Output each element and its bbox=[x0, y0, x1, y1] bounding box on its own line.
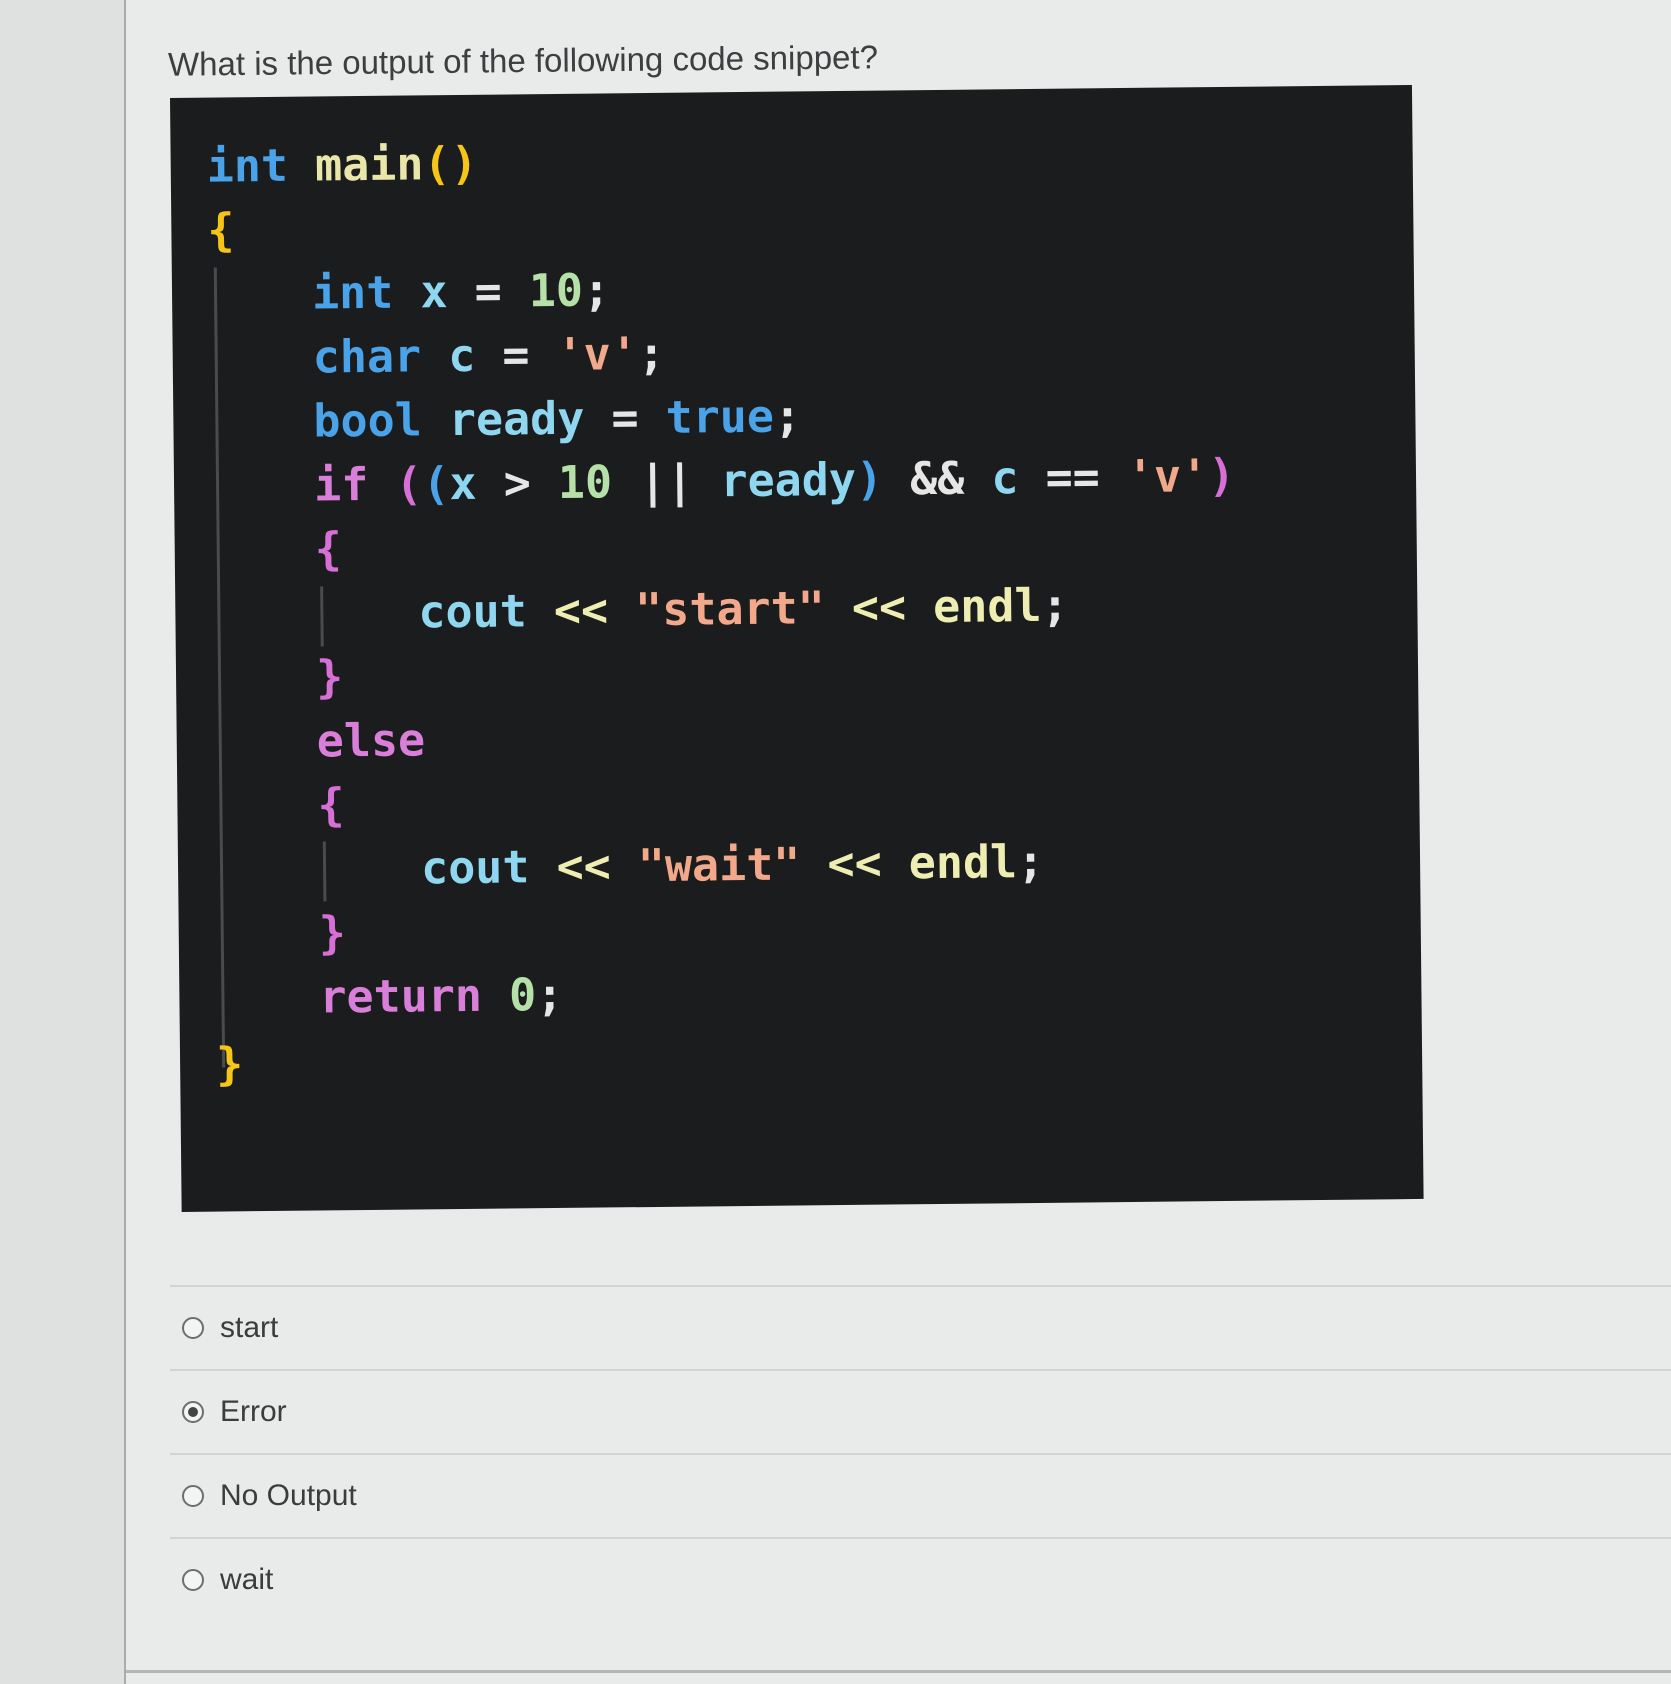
code-line-2: { bbox=[207, 203, 235, 257]
radio-button-checked[interactable] bbox=[182, 1401, 204, 1423]
radio-button-unchecked[interactable] bbox=[182, 1485, 204, 1507]
option-label: start bbox=[220, 1311, 279, 1344]
code-line-15: } bbox=[215, 1037, 244, 1091]
indent-guide bbox=[213, 267, 226, 1068]
code-line-8: cout << "start" << endl; bbox=[418, 578, 1069, 639]
option-label: wait bbox=[220, 1563, 274, 1596]
indent-guide bbox=[322, 841, 327, 902]
option-label: Error bbox=[220, 1395, 287, 1428]
indent-guide bbox=[320, 586, 324, 647]
radio-button-unchecked[interactable] bbox=[182, 1317, 204, 1339]
answer-options: start Error No Output wait bbox=[170, 1285, 1671, 1621]
code-line-14: return 0; bbox=[319, 967, 564, 1024]
radio-button-unchecked[interactable] bbox=[182, 1569, 204, 1591]
left-gutter bbox=[0, 0, 126, 1684]
code-line-9: } bbox=[315, 650, 344, 704]
code-line-4: char c = 'v'; bbox=[312, 326, 666, 384]
option-error[interactable]: Error bbox=[170, 1371, 1671, 1453]
question-text: What is the output of the following code… bbox=[167, 38, 879, 83]
code-line-6: if ((x > 10 || ready) && c == 'v') bbox=[313, 448, 1236, 512]
code-line-12: cout << "wait" << endl; bbox=[420, 834, 1045, 895]
code-line-11: { bbox=[317, 778, 345, 832]
code-line-3: int x = 10; bbox=[311, 263, 611, 320]
option-start[interactable]: start bbox=[170, 1287, 1671, 1369]
code-line-5: bool ready = true; bbox=[313, 389, 802, 448]
option-label: No Output bbox=[220, 1479, 357, 1512]
option-no-output[interactable]: No Output bbox=[170, 1455, 1671, 1537]
code-line-7: { bbox=[314, 522, 343, 576]
code-line-13: } bbox=[318, 906, 347, 960]
code-line-10: else bbox=[316, 713, 426, 768]
bottom-border bbox=[126, 1670, 1671, 1673]
option-wait[interactable]: wait bbox=[170, 1539, 1671, 1621]
code-snippet: int main() { int x = 10; char c = 'v'; b… bbox=[170, 84, 1424, 1212]
code-line-1: int main() bbox=[206, 136, 478, 193]
